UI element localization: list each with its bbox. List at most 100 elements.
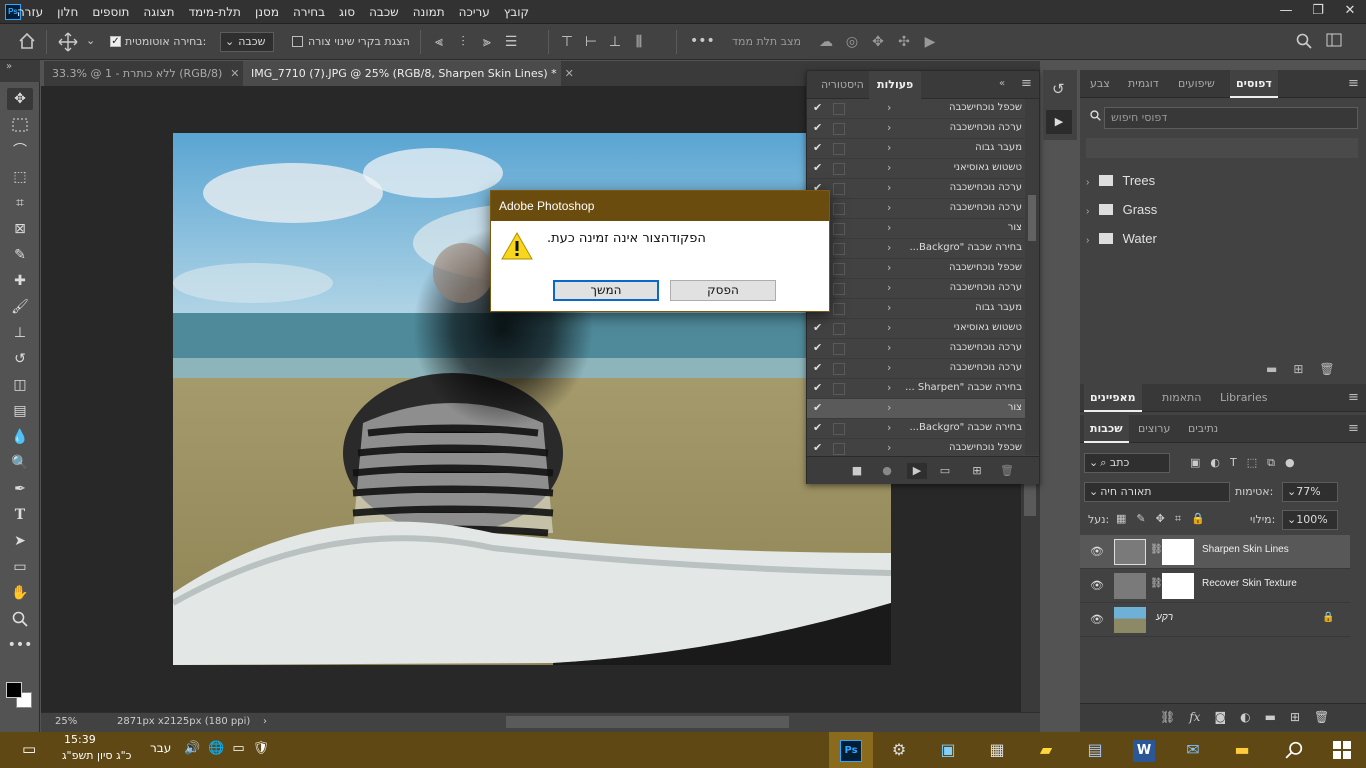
new-set-icon[interactable]: ▭ [937,463,953,479]
taskbar-app-3[interactable]: ▣ [926,732,970,768]
more-options-icon[interactable]: ••• [690,33,715,49]
menu-edit[interactable]: עריכה [452,0,497,24]
align-center-icon[interactable]: ⫶ [456,34,470,50]
panel-menu-icon[interactable]: ≡ [1348,76,1359,91]
menu-select[interactable]: בחירה [286,0,332,24]
type-tool-icon[interactable]: T [7,504,33,526]
opacity-input[interactable]: 77% ⌄ [1282,482,1338,502]
eyedropper-tool-icon[interactable]: ✎ [7,244,33,266]
show-transform-checkbox[interactable] [292,36,303,47]
dialog-toggle[interactable] [833,243,845,255]
chevron-right-icon[interactable]: › [887,121,891,134]
taskbar-photoshop[interactable]: Ps [829,732,873,768]
add-mask-icon[interactable]: ◙ [1214,710,1226,724]
dialog-toggle[interactable] [833,123,845,135]
brush-tool-icon[interactable]: 🖌 [7,296,33,318]
sticky-notes-icon[interactable]: ▰ [1024,732,1068,768]
blur-tool-icon[interactable]: 💧 [7,426,33,448]
eraser-tool-icon[interactable]: ◫ [7,374,33,396]
action-item[interactable]: ✔›מעבר גבוה [807,299,1025,319]
checkmark-icon[interactable]: ✔ [813,381,822,394]
mail-icon[interactable]: ✉ [1171,732,1215,768]
panel-menu-icon[interactable]: ≡ [1348,390,1359,405]
tab-libraries[interactable]: Libraries [1214,384,1274,412]
marquee-tool-icon[interactable] [7,114,33,136]
tab-actions[interactable]: פעולות [869,71,922,99]
lock-artboard-icon[interactable]: ⌗ [1175,512,1181,526]
action-item[interactable]: ✔›בחירה שכבה "Backgro... [807,239,1025,259]
dialog-toggle[interactable] [833,383,845,395]
chevron-right-icon[interactable]: › [887,321,891,334]
clone-stamp-tool-icon[interactable]: ⊥ [7,322,33,344]
move-tool-preset-icon[interactable] [58,32,80,52]
tab-patterns[interactable]: דפוסים [1230,70,1278,98]
action-item[interactable]: ✔ › שכפל נוכחישכבה [807,439,1025,455]
close-icon[interactable]: ✕ [230,67,239,80]
remote-desktop-icon[interactable]: ▤ [1073,732,1117,768]
dialog-toggle[interactable] [833,403,845,415]
auto-select-target-select[interactable]: שכבה ⌄ [220,32,274,52]
rectangle-tool-icon[interactable]: ▭ [7,556,33,578]
chevron-right-icon[interactable]: › [887,101,891,114]
chevron-right-icon[interactable]: › [887,421,891,434]
network-icon[interactable]: 🌐 [208,741,224,756]
tab-paths[interactable]: נתיבים [1182,415,1224,443]
dialog-toggle[interactable] [833,343,845,355]
close-window-button[interactable]: ✕ [1334,0,1366,22]
lock-all-icon[interactable]: 🔒 [1191,512,1205,526]
dialog-toggle[interactable] [833,163,845,175]
pattern-folder-water[interactable]: › Water [1086,226,1356,252]
chevron-right-icon[interactable]: › [887,381,891,394]
collapse-panel-icon[interactable]: « [999,78,1005,89]
tab-layers[interactable]: שכבות [1084,415,1129,443]
tab-history[interactable]: היסטוריה [813,71,872,99]
lock-position-icon[interactable]: ✥ [1156,512,1165,526]
chevron-right-icon[interactable]: › [887,281,891,294]
3d-camera-icon[interactable]: ▶ [922,34,938,50]
link-layers-icon[interactable]: ⛓ [1160,710,1175,724]
fx-icon[interactable]: fx [1189,710,1200,724]
tab-untitled[interactable]: ללא כותרת - 1 @ 33.3% (RGB/8) ✕ [44,61,240,86]
dialog-toggle[interactable] [833,223,845,235]
layer-filter-select[interactable]: ⌕ כתב ⌄ [1084,453,1170,473]
filter-adjustment-icon[interactable]: ◐ [1210,456,1220,470]
action-item[interactable]: ✔ › בחירה שכבה "Sharpen ... [807,379,1025,399]
new-group-icon[interactable]: ▬ [1265,710,1276,724]
filter-pixel-icon[interactable]: ▣ [1190,456,1200,470]
menu-layer[interactable]: שכבה [362,0,406,24]
action-item[interactable]: ✔›בחירה שכבה "Backgro... [807,419,1025,439]
action-item[interactable]: ✔›ערכה נוכחישכבה [807,119,1025,139]
layer-mask-thumbnail[interactable] [1162,573,1194,599]
chevron-right-icon[interactable]: › [887,201,891,214]
action-item[interactable]: ✔ › טשטוש גאוסיאני [807,159,1025,179]
delete-icon[interactable]: 🗑 [1314,710,1329,724]
tab-color[interactable]: צבע [1084,70,1116,98]
menu-window[interactable]: חלון [50,0,85,24]
action-item[interactable]: ✔ › טשטוש גאוסיאני [807,319,1025,339]
volume-icon[interactable]: 🔊 [184,741,200,756]
chevron-right-icon[interactable]: › [887,401,891,414]
notifications-icon[interactable]: ▭ [22,740,36,758]
stop-recording-icon[interactable]: ■ [849,463,865,479]
play-icon[interactable]: ▶ [907,463,927,479]
action-item[interactable]: ✔›ערכה נוכחישכבה [807,179,1025,199]
checkmark-icon[interactable]: ✔ [813,341,822,354]
filter-toggle-icon[interactable]: ● [1285,456,1295,470]
blend-mode-select[interactable]: תאורה חיה ⌄ [1084,482,1230,502]
fill-input[interactable]: 100% ⌄ [1282,510,1338,530]
layer-row[interactable]: 👁 ⛓ Recover Skin Texture [1080,569,1350,603]
dialog-toggle[interactable] [833,203,845,215]
distribute-icon[interactable]: ☰ [504,34,518,50]
filter-shape-icon[interactable]: ⬚ [1247,456,1257,470]
scroll-thumb[interactable] [1024,484,1036,516]
action-item[interactable]: ✔›מעבר גבוה [807,139,1025,159]
battery-icon[interactable]: ▭ [232,741,244,756]
filter-smart-object-icon[interactable]: ⧉ [1267,456,1275,470]
action-item[interactable]: ✔›ערכה נוכחישכבה [807,339,1025,359]
menu-file[interactable]: קובץ [497,0,536,24]
language-indicator[interactable]: עבר [150,741,171,755]
chevron-right-icon[interactable]: › [887,141,891,154]
frame-tool-icon[interactable]: ⊠ [7,218,33,240]
zoom-readout[interactable]: 25% [55,713,77,731]
3d-roll-icon[interactable]: ◎ [844,34,860,50]
